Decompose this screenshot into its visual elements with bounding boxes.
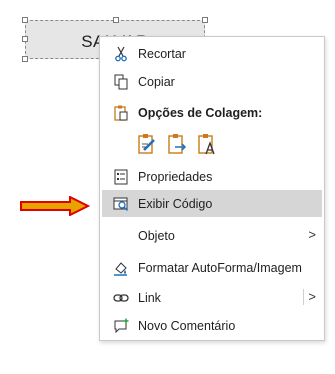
red-pointer-arrow <box>20 196 90 216</box>
menu-item-new-comment[interactable]: Novo Comentário <box>100 312 324 339</box>
resize-handle-top-left[interactable] <box>22 17 28 23</box>
new-comment-icon <box>111 316 131 336</box>
paste-icon <box>111 103 131 123</box>
menu-item-link-label: Link <box>138 291 161 305</box>
resize-handle-top-middle[interactable] <box>113 17 119 23</box>
link-icon <box>111 288 131 308</box>
copy-icon <box>111 72 131 92</box>
view-code-icon <box>111 194 131 214</box>
menu-item-object[interactable]: Objeto > <box>100 222 324 249</box>
menu-item-properties[interactable]: Propriedades <box>100 163 324 190</box>
chevron-right-icon: > <box>308 227 316 242</box>
scissors-icon <box>111 44 131 64</box>
menu-item-format-shape-label: Formatar AutoForma/Imagem <box>138 261 302 275</box>
menu-item-copy[interactable]: Copiar <box>100 68 324 95</box>
menu-item-copy-label: Copiar <box>138 75 175 89</box>
format-shape-icon <box>111 258 131 278</box>
menu-item-properties-label: Propriedades <box>138 170 213 184</box>
paste-keep-format-icon[interactable] <box>136 132 158 156</box>
menu-item-view-code-label: Exibir Código <box>138 197 213 211</box>
menu-item-cut[interactable]: Recortar <box>100 40 324 67</box>
resize-handle-top-right[interactable] <box>202 17 208 23</box>
context-menu: Recortar Copiar Opções de Colagem: Propr… <box>99 36 325 341</box>
menu-item-new-comment-label: Novo Comentário <box>138 319 236 333</box>
paste-picture-icon[interactable] <box>166 132 188 156</box>
paste-options-row <box>136 132 218 160</box>
menu-item-cut-label: Recortar <box>138 47 186 61</box>
paste-options-label: Opções de Colagem: <box>138 106 263 120</box>
paste-options-header: Opções de Colagem: <box>100 99 324 126</box>
resize-handle-middle-left[interactable] <box>22 36 28 42</box>
menu-item-format-shape[interactable]: Formatar AutoForma/Imagem <box>100 254 324 281</box>
split-divider <box>303 289 304 305</box>
menu-item-view-code[interactable]: Exibir Código <box>102 190 322 217</box>
properties-icon <box>111 167 131 187</box>
resize-handle-bottom-left[interactable] <box>22 56 28 62</box>
menu-item-link[interactable]: Link > <box>100 284 324 311</box>
paste-text-only-icon[interactable] <box>196 132 218 156</box>
chevron-right-icon[interactable]: > <box>308 289 316 304</box>
menu-item-object-label: Objeto <box>138 229 175 243</box>
